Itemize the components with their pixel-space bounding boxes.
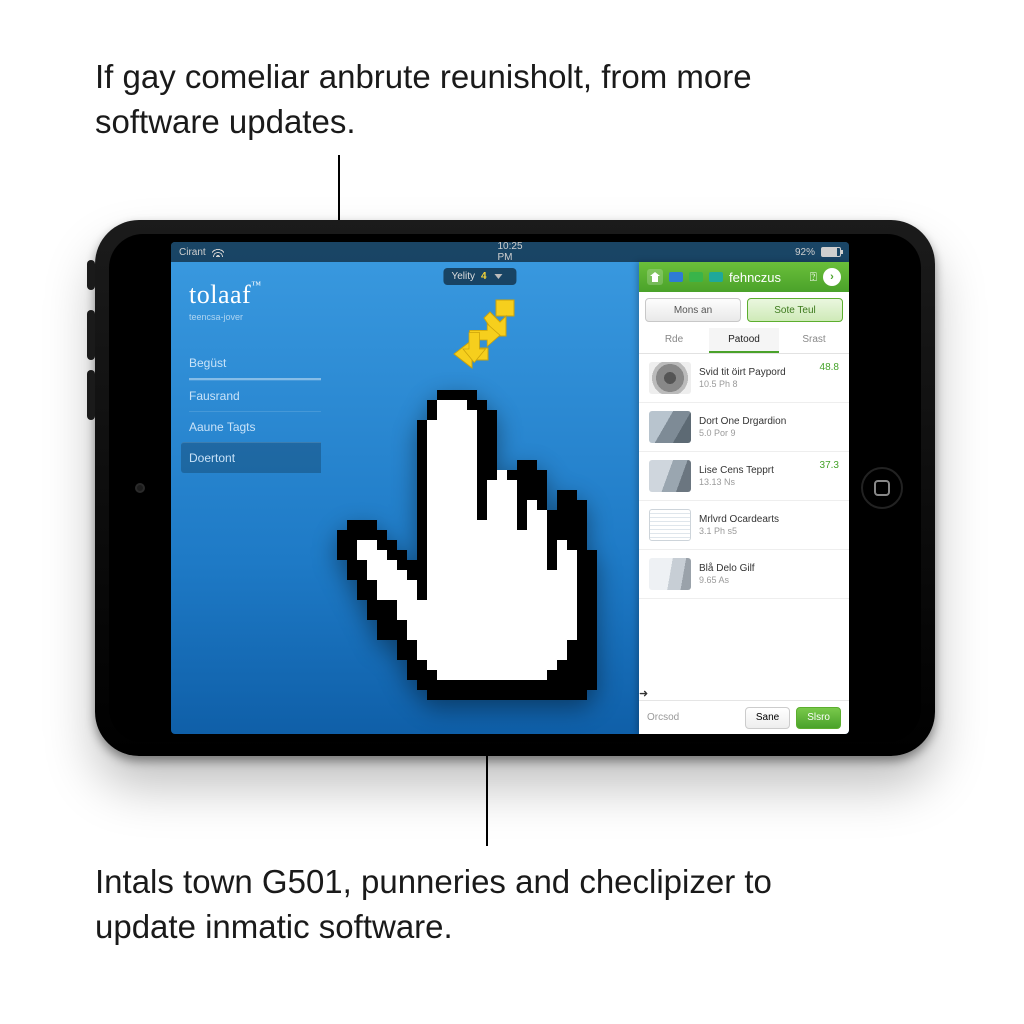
panel-btn-left[interactable]: Mons an	[645, 298, 741, 322]
panel-title: fehnczus	[729, 270, 804, 285]
hw-button-mute	[87, 260, 95, 290]
category-pill[interactable]: Yelity 4	[443, 268, 516, 285]
chip-green-icon	[689, 272, 703, 282]
list-item[interactable]: Dort One Drgardion5.0 Por 9	[639, 403, 849, 452]
sidebar-item-begüst[interactable]: Begüst	[189, 348, 321, 380]
panel-btn-right[interactable]: Sote Teul	[747, 298, 843, 322]
item-title: Mrlvrd Ocardearts	[699, 514, 831, 526]
list-item[interactable]: Blå Delo Gilf9.65 As	[639, 550, 849, 599]
hw-button-vol-down	[87, 370, 95, 420]
carrier-label: Cirant	[179, 247, 206, 258]
battery-label: 92%	[795, 247, 815, 258]
chip-teal-icon	[709, 272, 723, 282]
thumb-icon	[649, 509, 691, 541]
item-title: Lise Cens Tepprt	[699, 465, 812, 477]
chip-blue-icon	[669, 272, 683, 282]
chevron-down-icon	[495, 274, 503, 279]
tab-srast[interactable]: Srast	[779, 328, 849, 353]
battery-icon	[821, 247, 841, 257]
list-item[interactable]: Mrlvrd Ocardearts3.1 Ph s5	[639, 501, 849, 550]
panel-footer: Orcsod Sane Slsro	[639, 700, 849, 734]
pill-label: Yelity	[451, 271, 475, 282]
list-item[interactable]: Svid tit öirt Paypord10.5 Ph 8 48.8	[639, 354, 849, 403]
wifi-icon	[212, 247, 224, 257]
caption-top: If gay comeliar anbrute reunisholt, from…	[95, 55, 855, 144]
home-icon[interactable]	[647, 269, 663, 285]
sidebar-item-doertont[interactable]: Doertont	[181, 442, 321, 473]
save-button[interactable]: Sane	[745, 707, 790, 729]
thumb-icon	[649, 558, 691, 590]
hw-button-vol-up	[87, 310, 95, 360]
forward-button[interactable]: ›	[823, 268, 841, 286]
panel-header: fehnczus ⍰ ›	[639, 262, 849, 292]
sidebar-menu: BegüstFausrandAaune TagtsDoertont	[189, 348, 321, 473]
tablet-bezel: Cirant 10:25 PM 92% tolaaf™ teencsa-jove…	[109, 234, 921, 742]
brand-tagline: teencsa-jover	[189, 312, 321, 322]
sidebar-item-aaune tagts[interactable]: Aaune Tagts	[189, 411, 321, 442]
status-bar: Cirant 10:25 PM 92%	[171, 242, 849, 262]
pill-value: 4	[481, 271, 487, 282]
front-camera	[135, 483, 145, 493]
item-title: Dort One Drgardion	[699, 416, 831, 428]
clock: 10:25 PM	[497, 242, 522, 263]
item-sub: 9.65 As	[699, 575, 831, 585]
screen: Cirant 10:25 PM 92% tolaaf™ teencsa-jove…	[171, 242, 849, 734]
sidebar: tolaaf™ teencsa-jover BegüstFausrandAaun…	[171, 262, 321, 734]
tablet-frame: Cirant 10:25 PM 92% tolaaf™ teencsa-jove…	[95, 220, 935, 756]
item-sub: 13.13 Ns	[699, 477, 812, 487]
panel-list: Svid tit öirt Paypord10.5 Ph 8 48.8 Dort O…	[639, 354, 849, 687]
thumb-icon	[649, 411, 691, 443]
tab-patood[interactable]: Patood	[709, 328, 779, 353]
item-price: 37.3	[820, 460, 839, 471]
item-price: 48.8	[820, 362, 839, 373]
item-sub: 10.5 Ph 8	[699, 379, 812, 389]
tab-rde[interactable]: Rde	[639, 328, 709, 353]
fab-add-button[interactable]: ➜	[639, 688, 648, 700]
home-button[interactable]	[861, 467, 903, 509]
thumb-icon	[649, 460, 691, 492]
brand-logo: tolaaf™	[189, 280, 321, 310]
item-sub: 3.1 Ph s5	[699, 526, 831, 536]
tag-icon[interactable]: ⍰	[810, 270, 817, 285]
pointer-cursor-icon	[337, 390, 597, 710]
item-title: Blå Delo Gilf	[699, 563, 831, 575]
side-panel: fehnczus ⍰ › Mons an Sote Teul RdePatood…	[639, 262, 849, 734]
panel-button-row: Mons an Sote Teul	[639, 292, 849, 328]
hero-area: Yelity 4	[321, 262, 639, 734]
list-item[interactable]: Lise Cens Tepprt13.13 Ns 37.3	[639, 452, 849, 501]
caption-bottom: Intals town G501, punneries and checlipi…	[95, 860, 855, 949]
go-button[interactable]: Slsro	[796, 707, 841, 729]
sidebar-item-fausrand[interactable]: Fausrand	[189, 380, 321, 411]
thumb-icon	[649, 362, 691, 394]
item-title: Svid tit öirt Paypord	[699, 367, 812, 379]
footer-label: Orcsod	[647, 712, 679, 723]
panel-tabs: RdePatoodSrast	[639, 328, 849, 354]
item-sub: 5.0 Por 9	[699, 428, 831, 438]
